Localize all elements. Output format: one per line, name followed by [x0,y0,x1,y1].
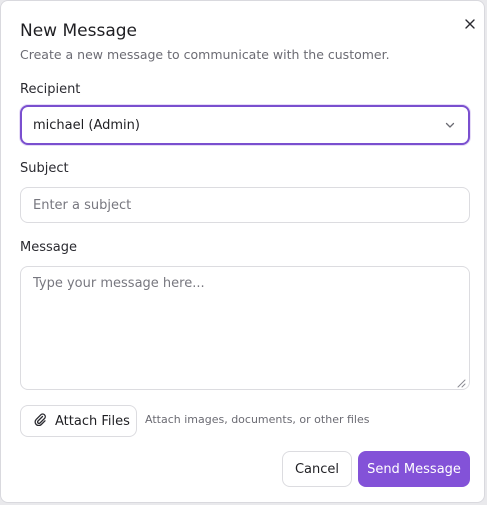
dialog-subtitle: Create a new message to communicate with… [20,47,390,62]
subject-label: Subject [20,161,69,176]
resize-handle-icon[interactable] [457,377,466,388]
attach-files-label: Attach Files [55,413,130,429]
send-message-button[interactable]: Send Message [358,451,470,487]
cancel-button[interactable]: Cancel [282,451,352,487]
message-field [20,266,470,390]
message-label: Message [20,240,77,255]
chevron-down-icon [444,119,456,131]
send-message-button-label: Send Message [367,461,461,477]
close-button[interactable] [462,15,478,31]
subject-input[interactable] [33,197,469,213]
recipient-select[interactable]: michael (Admin) [20,105,470,145]
message-textarea[interactable] [33,276,469,376]
attach-files-button[interactable]: Attach Files [20,405,137,437]
recipient-selected-value: michael (Admin) [33,117,140,133]
close-icon [465,14,475,33]
attach-hint: Attach images, documents, or other files [145,413,370,426]
cancel-button-label: Cancel [294,461,340,477]
new-message-dialog: New Message Create a new message to comm… [0,0,485,503]
subject-field [20,187,470,223]
dialog-title: New Message [20,21,137,41]
paperclip-icon [33,412,47,430]
recipient-label: Recipient [20,82,81,97]
